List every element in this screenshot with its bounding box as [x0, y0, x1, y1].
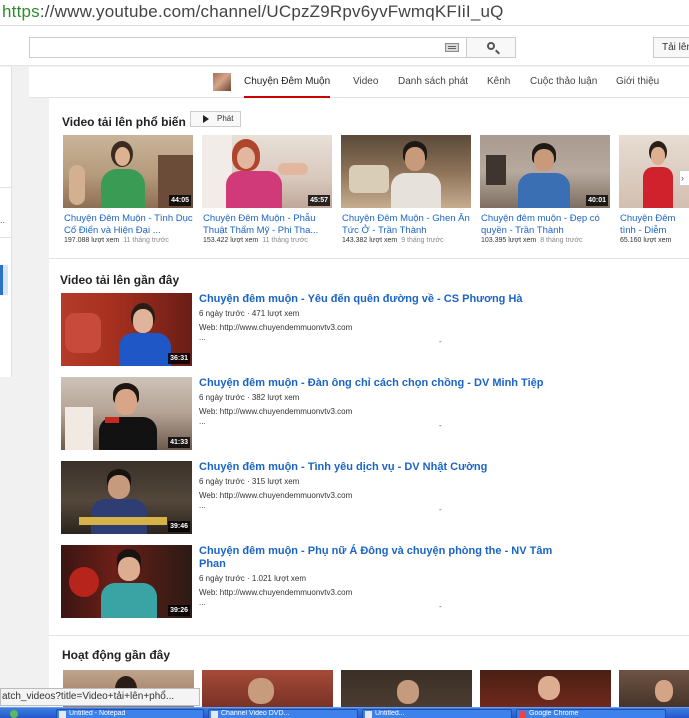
popular-video-item[interactable]: 40:01 Chuyện đêm muộn - Đẹp có quyền - T… [480, 135, 612, 255]
description-dash: - [439, 505, 442, 514]
video-meta: 6 ngày trước · 1.021 lượt xem [199, 574, 307, 583]
taskbar-item[interactable]: Untitled - Notepad [56, 709, 204, 718]
tab-about[interactable]: Giới thiệu [616, 67, 659, 98]
channel-content: Video tải lên phổ biến Phát 44:05 Chuyện… [49, 98, 689, 718]
description-more: ... [199, 333, 206, 342]
video-meta: 6 ngày trước · 382 lượt xem [199, 393, 300, 402]
video-meta: 6 ngày trước · 471 lượt xem [199, 309, 300, 318]
video-description: Web: http://www.chuyendemmuonvtv3.com [199, 407, 353, 416]
window-icon [211, 711, 218, 718]
video-meta: 103.395 lượt xem 8 tháng trước [481, 237, 583, 244]
window-icon [59, 711, 66, 718]
carousel-next-button[interactable]: › [679, 170, 689, 186]
search-icon [487, 42, 495, 50]
video-thumbnail[interactable]: 36:31 [61, 293, 192, 366]
video-thumbnail[interactable]: 39:26 [61, 545, 192, 618]
recent-video-item[interactable]: 36:31 Chuyện đêm muộn - Yêu đến quên đườ… [61, 293, 661, 367]
video-description: Web: http://www.chuyendemmuonvtv3.com [199, 588, 353, 597]
description-dash: - [439, 421, 442, 430]
video-title[interactable]: Chuyện Đêm tình - Diễm [620, 213, 689, 237]
tab-channel-home[interactable]: Chuyện Đêm Muộn [244, 67, 331, 98]
youtube-masthead: Tải lên [0, 26, 689, 66]
sidebar-divider [0, 237, 12, 238]
video-description: Web: http://www.chuyendemmuonvtv3.com [199, 323, 353, 332]
channel-nav: Chuyện Đêm Muộn Video Danh sách phát Kên… [29, 67, 689, 98]
description-more: ... [199, 501, 206, 510]
play-icon [203, 115, 209, 123]
video-meta: 197.088 lượt xem 11 tháng trước [64, 237, 169, 244]
video-meta: 153.422 lượt xem 11 tháng trước [203, 237, 308, 244]
recent-video-item[interactable]: 39:46 Chuyện đêm muộn - Tình yêu dịch vụ… [61, 461, 661, 535]
video-thumbnail[interactable] [341, 135, 471, 208]
search-input[interactable] [29, 37, 467, 58]
window-icon [365, 711, 372, 718]
address-bar[interactable]: https://www.youtube.com/channel/UCpzZ9Rp… [0, 0, 689, 26]
play-all-button[interactable]: Phát [190, 111, 241, 127]
video-description: Web: http://www.chuyendemmuonvtv3.com [199, 491, 353, 500]
chrome-icon [519, 711, 526, 718]
section-divider [49, 635, 689, 636]
search-button[interactable] [466, 37, 516, 58]
status-link-bubble: atch_videos?title=Video+tải+lên+phổ... [0, 688, 200, 706]
description-more: ... [199, 598, 206, 607]
tab-discussion[interactable]: Cuộc thảo luận [530, 67, 597, 98]
channel-avatar[interactable] [213, 73, 231, 91]
video-title[interactable]: Chuyện đêm muộn - Đàn ông chỉ cách chọn … [199, 377, 579, 390]
video-title[interactable]: Chuyện đêm muộn - Phụ nữ Á Đông và chuyệ… [199, 545, 579, 571]
video-meta: 65.160 lượt xem [620, 237, 672, 244]
tab-playlists[interactable]: Danh sách phát [398, 67, 468, 98]
os-taskbar: Untitled - Notepad Channel Video DVD... … [0, 707, 689, 718]
recent-uploads-heading[interactable]: Video tải lên gần đây [60, 273, 179, 287]
guide-sidebar: .. [0, 67, 12, 377]
taskbar-item[interactable]: Google Chrome [516, 709, 666, 718]
video-meta: 6 ngày trước · 315 lượt xem [199, 477, 300, 486]
video-title[interactable]: Chuyện Đêm Muộn - Ghen Ăn Tức Ở - Trần T… [342, 213, 472, 237]
sidebar-selected-item[interactable] [0, 265, 8, 295]
popular-video-item[interactable]: Chuyện Đêm Muộn - Ghen Ăn Tức Ở - Trần T… [341, 135, 473, 255]
description-dash: - [439, 602, 442, 611]
video-title[interactable]: Chuyện đêm muộn - Đẹp có quyền - Trần Th… [481, 213, 611, 237]
address-url[interactable]: https://www.youtube.com/channel/UCpzZ9Rp… [2, 2, 504, 21]
video-title[interactable]: Chuyện Đêm Muộn - Phẫu Thuật Thẩm Mỹ - P… [203, 213, 333, 237]
tab-channels[interactable]: Kênh [487, 67, 510, 98]
sidebar-more[interactable]: .. [0, 215, 5, 225]
recent-video-item[interactable]: 39:26 Chuyện đêm muộn - Phụ nữ Á Đông và… [61, 545, 661, 619]
video-title[interactable]: Chuyện đêm muộn - Tình yêu dịch vụ - DV … [199, 461, 579, 474]
start-orb-icon[interactable] [10, 710, 18, 718]
recent-activity-heading[interactable]: Hoạt động gần đây [62, 648, 170, 662]
video-meta: 143.382 lượt xem 9 tháng trước [342, 237, 444, 244]
recent-video-item[interactable]: 41:33 Chuyện đêm muộn - Đàn ông chỉ cách… [61, 377, 661, 451]
popular-video-item[interactable]: Chuyện Đêm tình - Diễm 65.160 lượt xem [619, 135, 689, 255]
video-title[interactable]: Chuyện đêm muộn - Yêu đến quên đường về … [199, 293, 579, 306]
keyboard-icon[interactable] [445, 43, 459, 52]
video-thumbnail[interactable]: 39:46 [61, 461, 192, 534]
popular-video-item[interactable]: 44:05 Chuyện Đêm Muộn - Tình Dục Cổ Điển… [63, 135, 195, 255]
popular-uploads-heading[interactable]: Video tải lên phổ biến [62, 115, 186, 129]
description-dash: - [439, 337, 442, 346]
taskbar-item[interactable]: Channel Video DVD... [208, 709, 358, 718]
video-thumbnail[interactable]: 41:33 [61, 377, 192, 450]
sidebar-divider [0, 187, 12, 188]
video-thumbnail[interactable]: 45:57 [202, 135, 332, 208]
taskbar-item[interactable]: Untitled... [362, 709, 512, 718]
description-more: ... [199, 417, 206, 426]
video-title[interactable]: Chuyện Đêm Muộn - Tình Dục Cổ Điển và Hi… [64, 213, 194, 237]
section-divider [49, 258, 689, 259]
tab-videos[interactable]: Video [353, 67, 378, 98]
upload-button[interactable]: Tải lên [653, 37, 689, 58]
popular-video-item[interactable]: 45:57 Chuyện Đêm Muộn - Phẫu Thuật Thẩm … [202, 135, 334, 255]
video-thumbnail[interactable]: 40:01 [480, 135, 610, 208]
video-thumbnail[interactable]: 44:05 [63, 135, 193, 208]
